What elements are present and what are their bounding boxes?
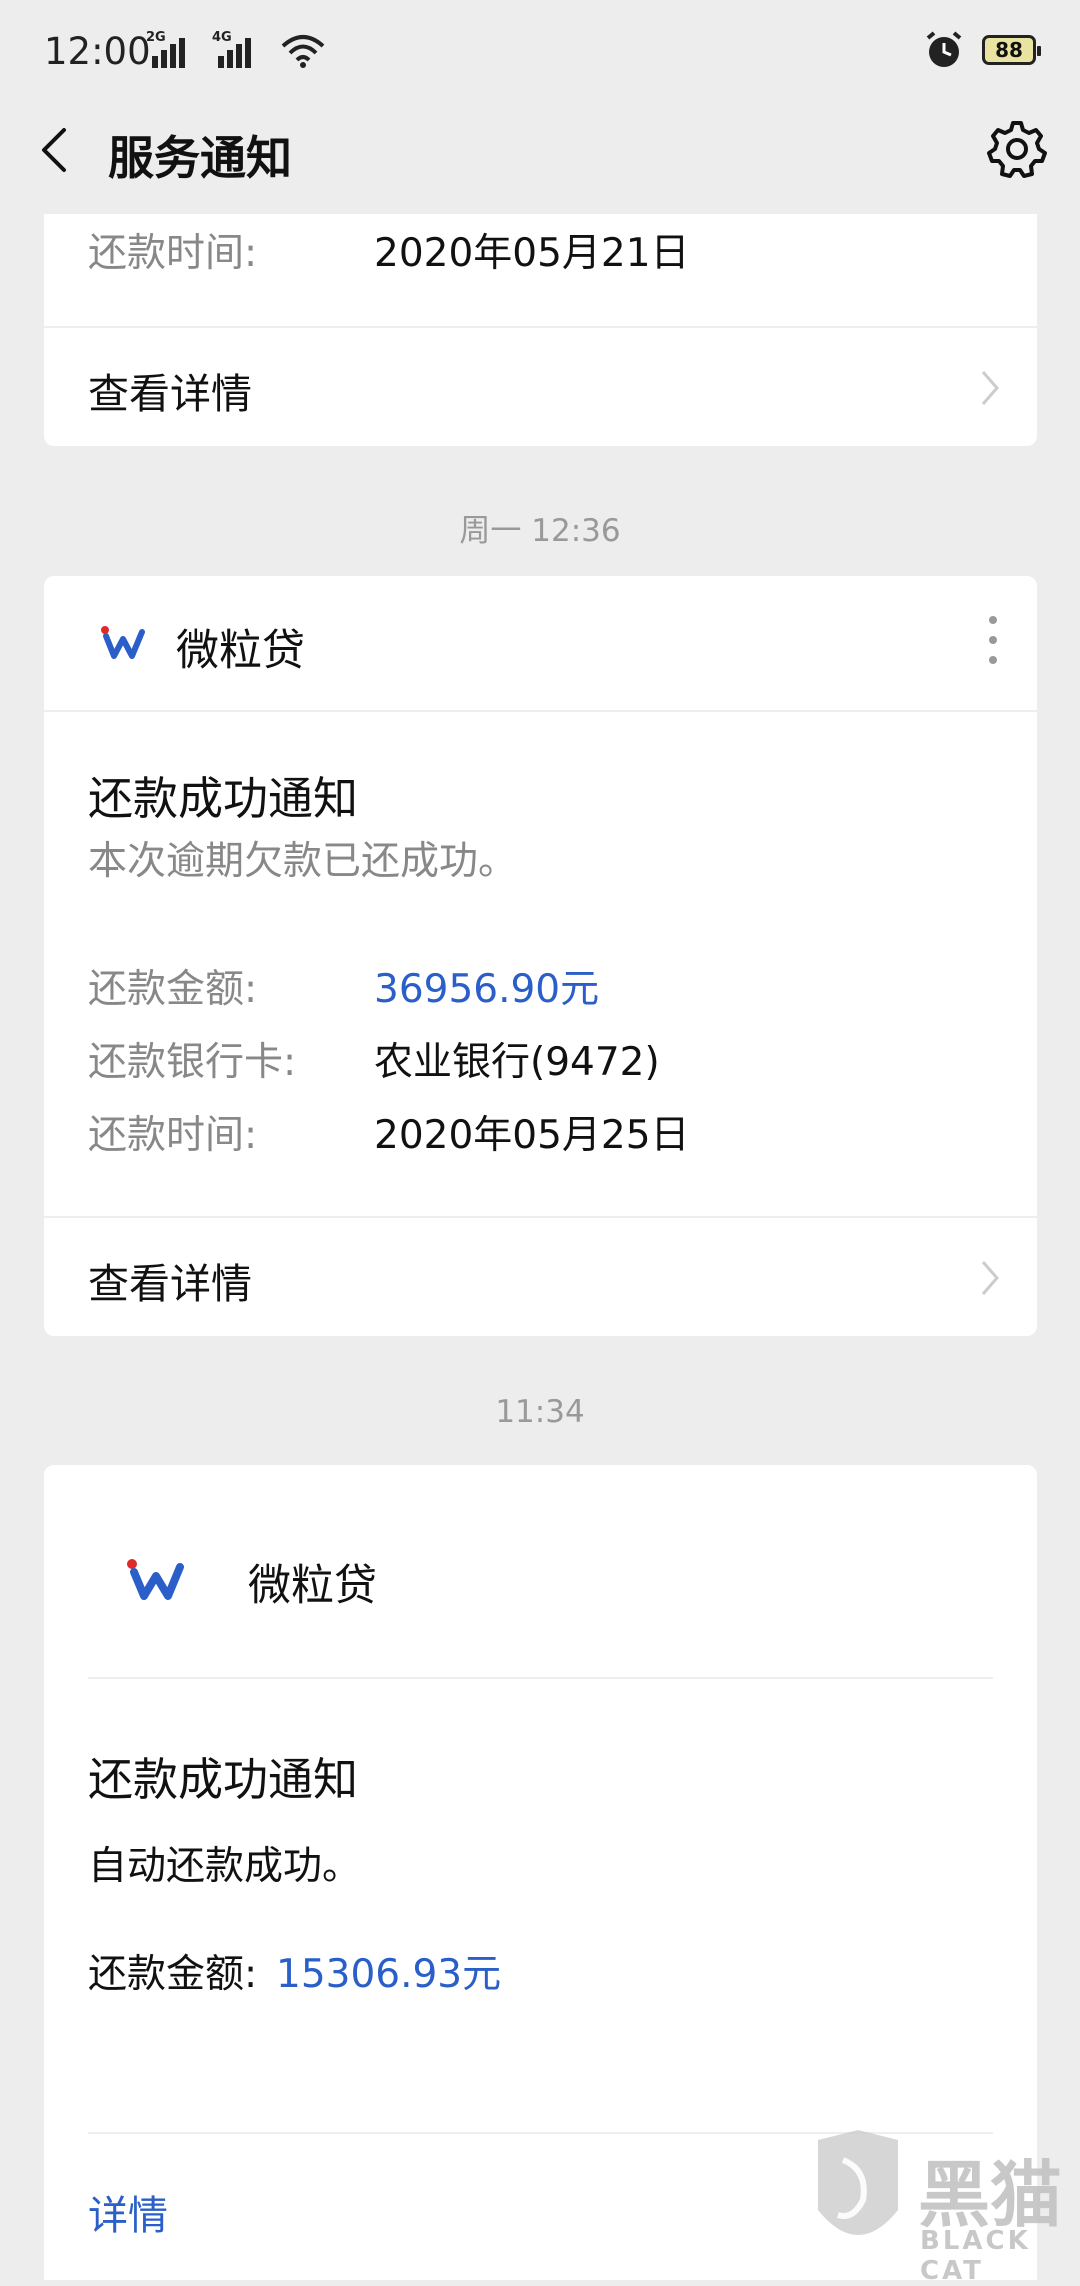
bank-card-label: 还款银行卡:	[88, 1040, 297, 1085]
chevron-right-icon	[981, 371, 999, 405]
notification-title: 还款成功通知	[88, 772, 359, 825]
repay-time-value: 2020年05月25日	[374, 1113, 690, 1158]
page-title: 服务通知	[108, 131, 292, 185]
back-arrow-icon	[42, 128, 66, 172]
notification-subtitle: 自动还款成功。	[88, 1844, 362, 1889]
notification-card: 微粒贷 还款成功通知 本次逾期欠款已还成功。 还款金额: 36956.90元 还…	[44, 576, 1037, 1336]
divider	[88, 1677, 993, 1679]
details-link[interactable]: 详情	[88, 2183, 168, 2241]
battery-level: 88	[995, 38, 1023, 62]
brand-name: 微粒贷	[176, 626, 305, 676]
weilidai-logo-icon	[127, 1559, 184, 1600]
signal-2g-icon: 2G	[146, 30, 190, 68]
timestamp: 11:34	[495, 1394, 585, 1430]
status-bar: 12:00 2G 4G 88	[0, 0, 1080, 104]
amount-label: 还款金额:	[88, 1952, 258, 1997]
wifi-icon	[281, 35, 325, 68]
more-options-button[interactable]	[989, 616, 999, 676]
view-details-row[interactable]: 查看详情	[44, 1218, 1037, 1336]
repay-time-label: 还款时间:	[88, 1113, 258, 1158]
repay-time-label: 还款时间:	[88, 231, 258, 276]
status-right: 88	[924, 30, 1041, 70]
view-details-row[interactable]: 查看详情	[44, 328, 1037, 446]
repay-time-value: 2020年05月21日	[374, 231, 690, 276]
amount-value: 36956.90元	[374, 967, 600, 1012]
signal-4g-label: 4G	[212, 30, 232, 45]
timestamp: 周一 12:36	[459, 513, 621, 549]
settings-button[interactable]	[986, 118, 1048, 180]
notification-title: 还款成功通知	[88, 1753, 359, 1806]
weilidai-logo-icon	[101, 626, 145, 659]
watermark-en: BLACK CAT	[920, 2226, 1031, 2286]
alarm-icon	[926, 31, 962, 67]
brand-name: 微粒贷	[248, 1561, 377, 1611]
amount-value: 15306.93元	[276, 1952, 502, 1997]
notification-card-previous: 还款时间: 2020年05月21日 查看详情	[44, 214, 1037, 446]
amount-label: 还款金额:	[88, 967, 258, 1012]
signal-indicators: 2G 4G	[146, 30, 326, 68]
view-details-label: 查看详情	[88, 370, 252, 418]
gear-icon	[987, 121, 1047, 178]
back-button[interactable]	[32, 112, 76, 184]
divider	[44, 710, 1037, 712]
more-icon	[989, 616, 997, 624]
black-cat-watermark: 黑猫 BLACK CAT	[800, 2130, 1080, 2286]
view-details-label: 查看详情	[88, 1260, 252, 1308]
chevron-right-icon	[981, 1261, 999, 1295]
notification-subtitle: 本次逾期欠款已还成功。	[88, 839, 518, 884]
bank-card-value: 农业银行(9472)	[374, 1040, 660, 1085]
black-cat-logo-icon	[818, 2130, 898, 2235]
status-time: 12:00	[44, 30, 151, 73]
signal-4g-icon: 4G	[212, 30, 256, 68]
signal-2g-label: 2G	[146, 30, 166, 45]
battery-icon: 88	[982, 35, 1041, 65]
